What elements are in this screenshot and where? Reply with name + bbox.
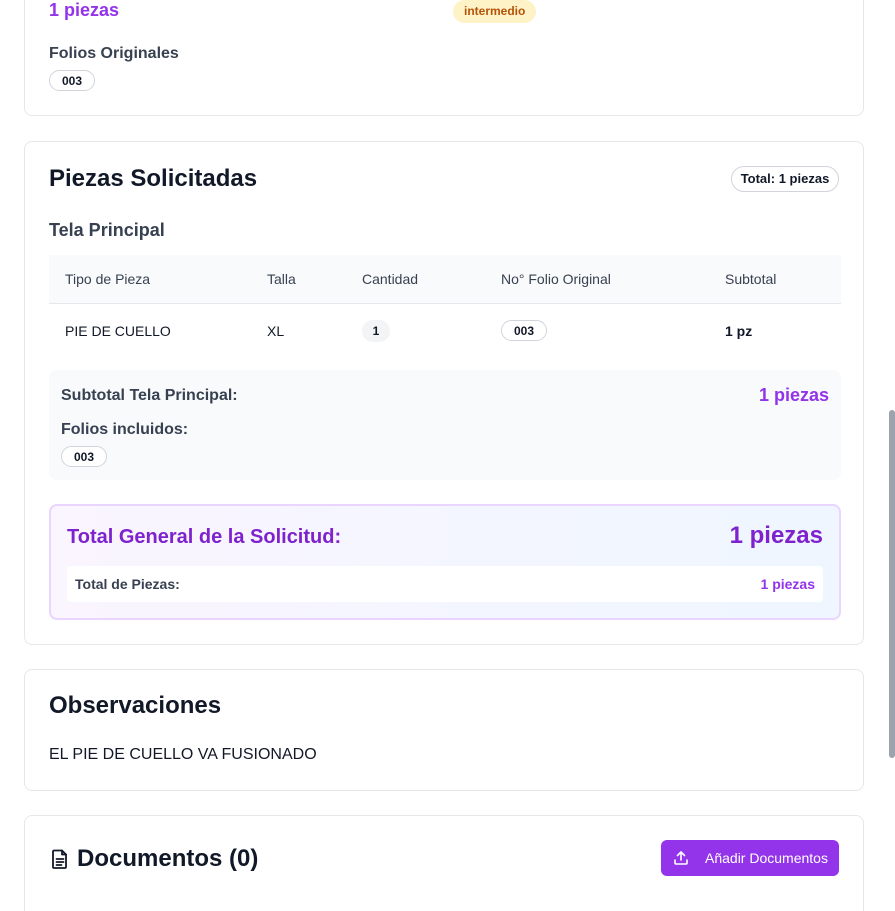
piezas-title: Piezas Solicitadas xyxy=(49,165,258,192)
subtotal-box: Subtotal Tela Principal: 1 piezas Folios… xyxy=(49,370,841,480)
folios-label: Folios Originales xyxy=(49,45,179,62)
observaciones-text: EL PIE DE CUELLO VA FUSIONADO xyxy=(49,746,317,763)
documentos-card: Documentos (0) Añadir Documentos xyxy=(24,815,864,911)
total-piezas-label: Total de Piezas: xyxy=(75,576,180,592)
section-title: Tela Principal xyxy=(49,220,165,240)
cell-talla: XL xyxy=(267,323,285,339)
cell-subtotal: 1 pz xyxy=(725,323,753,339)
scrollbar[interactable] xyxy=(889,0,895,911)
folios-incluidos-label: Folios incluidos: xyxy=(61,421,189,438)
observaciones-title: Observaciones xyxy=(49,692,222,719)
cell-folio: 003 xyxy=(501,320,547,341)
cell-cantidad: 1 xyxy=(362,320,390,342)
table-row: PIE DE CUELLO XL 1 003 1 pz xyxy=(49,304,841,358)
total-piezas-row: Total de Piezas: 1 piezas xyxy=(67,566,823,602)
summary-card: 1 piezas intermedio Folios Originales 00… xyxy=(24,0,864,116)
table-header: Tipo de Pieza Talla Cantidad No° Folio O… xyxy=(49,255,841,304)
total-general-label: Total General de la Solicitud: xyxy=(67,526,342,548)
document-icon xyxy=(51,849,69,869)
subtotal-label: Subtotal Tela Principal: xyxy=(61,387,238,404)
column-header-cantidad: Cantidad xyxy=(362,271,419,287)
documentos-title: Documentos (0) xyxy=(77,845,259,872)
folio-pill: 003 xyxy=(49,70,95,91)
column-header-folio: No° Folio Original xyxy=(501,271,611,287)
scrollbar-thumb[interactable] xyxy=(889,410,895,758)
page: 1 piezas intermedio Folios Originales 00… xyxy=(0,0,895,911)
pieces-total: 1 piezas xyxy=(49,0,120,20)
add-documents-label: Añadir Documentos xyxy=(705,850,828,866)
total-general-value: 1 piezas xyxy=(729,522,823,549)
folio-incluido-pill: 003 xyxy=(61,446,107,467)
difficulty-badge: intermedio xyxy=(453,0,537,23)
total-piezas-value: 1 piezas xyxy=(760,576,815,592)
column-header-talla: Talla xyxy=(267,271,296,287)
column-header-subtotal: Subtotal xyxy=(725,271,777,287)
piezas-solicitadas-card: Piezas Solicitadas Total: 1 piezas Tela … xyxy=(24,141,864,645)
subtotal-value: 1 piezas xyxy=(758,385,829,405)
total-badge: Total: 1 piezas xyxy=(731,166,839,192)
cell-tipo: PIE DE CUELLO xyxy=(65,323,171,339)
add-documents-button[interactable]: Añadir Documentos xyxy=(661,840,839,876)
total-general-box: Total General de la Solicitud: 1 piezas … xyxy=(49,504,841,620)
observaciones-card: Observaciones EL PIE DE CUELLO VA FUSION… xyxy=(24,669,864,791)
upload-icon xyxy=(673,850,689,866)
column-header-tipo: Tipo de Pieza xyxy=(65,271,151,287)
